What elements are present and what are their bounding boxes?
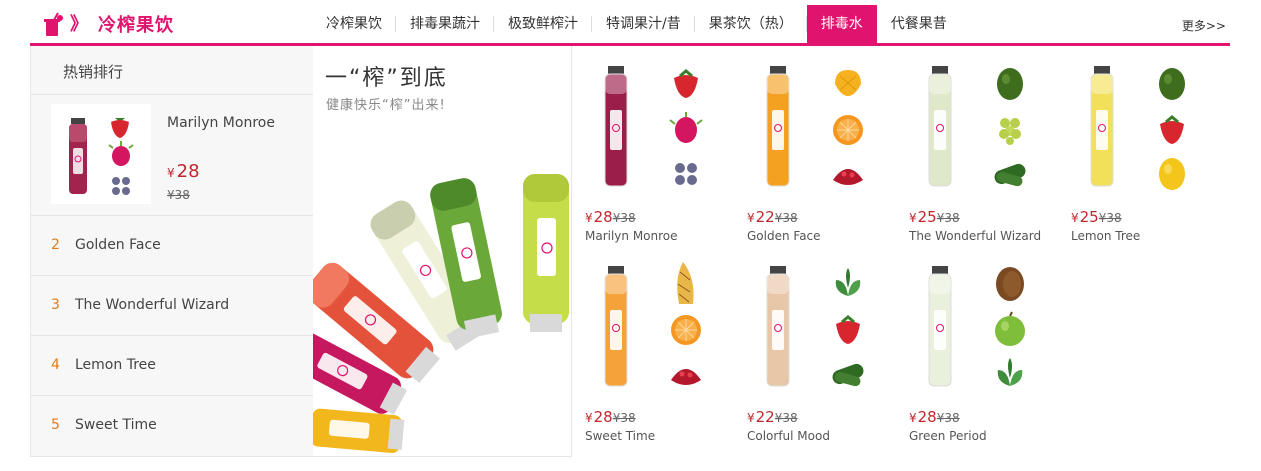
ranking-top-item[interactable]: Marilyn Monroe ¥28 ¥38 [31, 95, 313, 215]
currency-symbol: ¥ [585, 411, 593, 425]
original-price: ¥38 [936, 211, 960, 225]
product-image[interactable] [582, 260, 722, 400]
product-name[interactable]: Marilyn Monroe [585, 229, 678, 243]
product-card[interactable]: ¥28¥38 Sweet Time [572, 246, 722, 443]
product-price: ¥25¥38 [1071, 208, 1122, 226]
product-card[interactable]: ¥25¥38 The Wonderful Wizard [896, 46, 1046, 243]
product-image[interactable] [51, 104, 151, 204]
bestseller-ranking: 热销排行 Marilyn Monroe ¥28 ¥38 2 Golden Face… [30, 46, 314, 456]
price-value: 25 [1079, 208, 1099, 226]
brand-arrow: 》 [70, 14, 88, 35]
rank-number: 4 [51, 357, 60, 373]
nav-tab[interactable]: 极致鲜榨汁 [494, 5, 592, 43]
nav-tab[interactable]: 代餐果昔 [877, 5, 961, 43]
product-price: ¥28¥38 [909, 408, 960, 426]
product-image[interactable] [744, 260, 884, 400]
nav-tab[interactable]: 果茶饮（热） [695, 5, 807, 43]
original-price: ¥38 [1098, 211, 1122, 225]
nav-tab[interactable]: 排毒水 [806, 5, 877, 43]
product-image[interactable] [1068, 60, 1208, 200]
original-price: ¥38 [774, 411, 798, 425]
top-header: 》 冷榨果饮 冷榨果饮 排毒果蔬汁 极致鲜榨汁 特调果汁/昔 果茶饮（热） 排毒水 代餐果昔… [30, 0, 1230, 45]
price-value: 28 [593, 208, 613, 226]
product-image[interactable] [906, 60, 1046, 200]
price-value: 28 [593, 408, 613, 426]
product-price: ¥22¥38 [747, 208, 798, 226]
currency-symbol: ¥ [747, 411, 755, 425]
ranking-item[interactable]: 4 Lemon Tree [31, 335, 313, 396]
ranking-item[interactable]: 3 The Wonderful Wizard [31, 275, 313, 336]
product-name[interactable]: Lemon Tree [75, 357, 156, 373]
page-title: 冷榨果饮 [98, 15, 174, 36]
juice-cup-icon [44, 12, 63, 36]
product-card[interactable]: ¥28¥38 Green Period [896, 246, 1046, 443]
bottles-illustration [313, 174, 569, 454]
product-price: ¥28 [167, 161, 200, 182]
currency-symbol: ¥ [585, 211, 593, 225]
ranking-item[interactable]: 2 Golden Face [31, 215, 313, 276]
price-value: 25 [917, 208, 937, 226]
product-price: ¥25¥38 [909, 208, 960, 226]
product-name[interactable]: Lemon Tree [1071, 229, 1140, 243]
product-card[interactable]: ¥28¥38 Marilyn Monroe [572, 46, 722, 243]
original-price: ¥38 [167, 188, 190, 202]
ranking-item[interactable]: 5 Sweet Time [31, 395, 313, 456]
product-price: ¥28¥38 [585, 208, 636, 226]
nav-tab[interactable]: 冷榨果饮 [312, 5, 396, 43]
nav-tab[interactable]: 排毒果蔬汁 [396, 5, 494, 43]
product-image[interactable] [906, 260, 1046, 400]
promo-banner[interactable]: 一“榨”到底 健康快乐“榨”出来! [313, 46, 572, 456]
more-link[interactable]: 更多>> [1182, 17, 1226, 34]
price-value: 28 [917, 408, 937, 426]
product-card[interactable]: ¥22¥38 Colorful Mood [734, 246, 884, 443]
currency-symbol: ¥ [167, 166, 175, 180]
divider [30, 456, 572, 457]
product-name[interactable]: Golden Face [747, 229, 821, 243]
currency-symbol: ¥ [1071, 211, 1079, 225]
product-name[interactable]: The Wonderful Wizard [909, 229, 1041, 243]
rank-number: 3 [51, 297, 60, 313]
product-name[interactable]: Green Period [909, 429, 987, 443]
rank-number: 2 [51, 237, 60, 253]
product-price: ¥28¥38 [585, 408, 636, 426]
ranking-title: 热销排行 [63, 63, 124, 81]
product-name[interactable]: The Wonderful Wizard [75, 297, 229, 313]
price-value: 28 [176, 161, 200, 182]
original-price: ¥38 [612, 211, 636, 225]
rank-number: 5 [51, 417, 60, 433]
product-name[interactable]: Golden Face [75, 237, 161, 253]
product-image[interactable] [582, 60, 722, 200]
product-price: ¥22¥38 [747, 408, 798, 426]
product-name[interactable]: Colorful Mood [747, 429, 830, 443]
product-name[interactable]: Sweet Time [585, 429, 655, 443]
nav-tab[interactable]: 特调果汁/昔 [592, 5, 695, 43]
category-nav: 冷榨果饮 排毒果蔬汁 极致鲜榨汁 特调果汁/昔 果茶饮（热） 排毒水 代餐果昔 [312, 5, 961, 43]
price-value: 22 [755, 208, 775, 226]
product-name[interactable]: Marilyn Monroe [167, 115, 275, 131]
original-price: ¥38 [774, 211, 798, 225]
original-price: ¥38 [612, 411, 636, 425]
currency-symbol: ¥ [909, 211, 917, 225]
price-value: 22 [755, 408, 775, 426]
product-name[interactable]: Sweet Time [75, 417, 157, 433]
original-price: ¥38 [936, 411, 960, 425]
product-card[interactable]: ¥22¥38 Golden Face [734, 46, 884, 243]
product-image[interactable] [744, 60, 884, 200]
product-card[interactable]: ¥25¥38 Lemon Tree [1058, 46, 1208, 243]
currency-symbol: ¥ [909, 411, 917, 425]
product-grid: ¥28¥38 Marilyn Monroe ¥22¥38 Golden Face ¥25… [572, 46, 1230, 456]
currency-symbol: ¥ [747, 211, 755, 225]
